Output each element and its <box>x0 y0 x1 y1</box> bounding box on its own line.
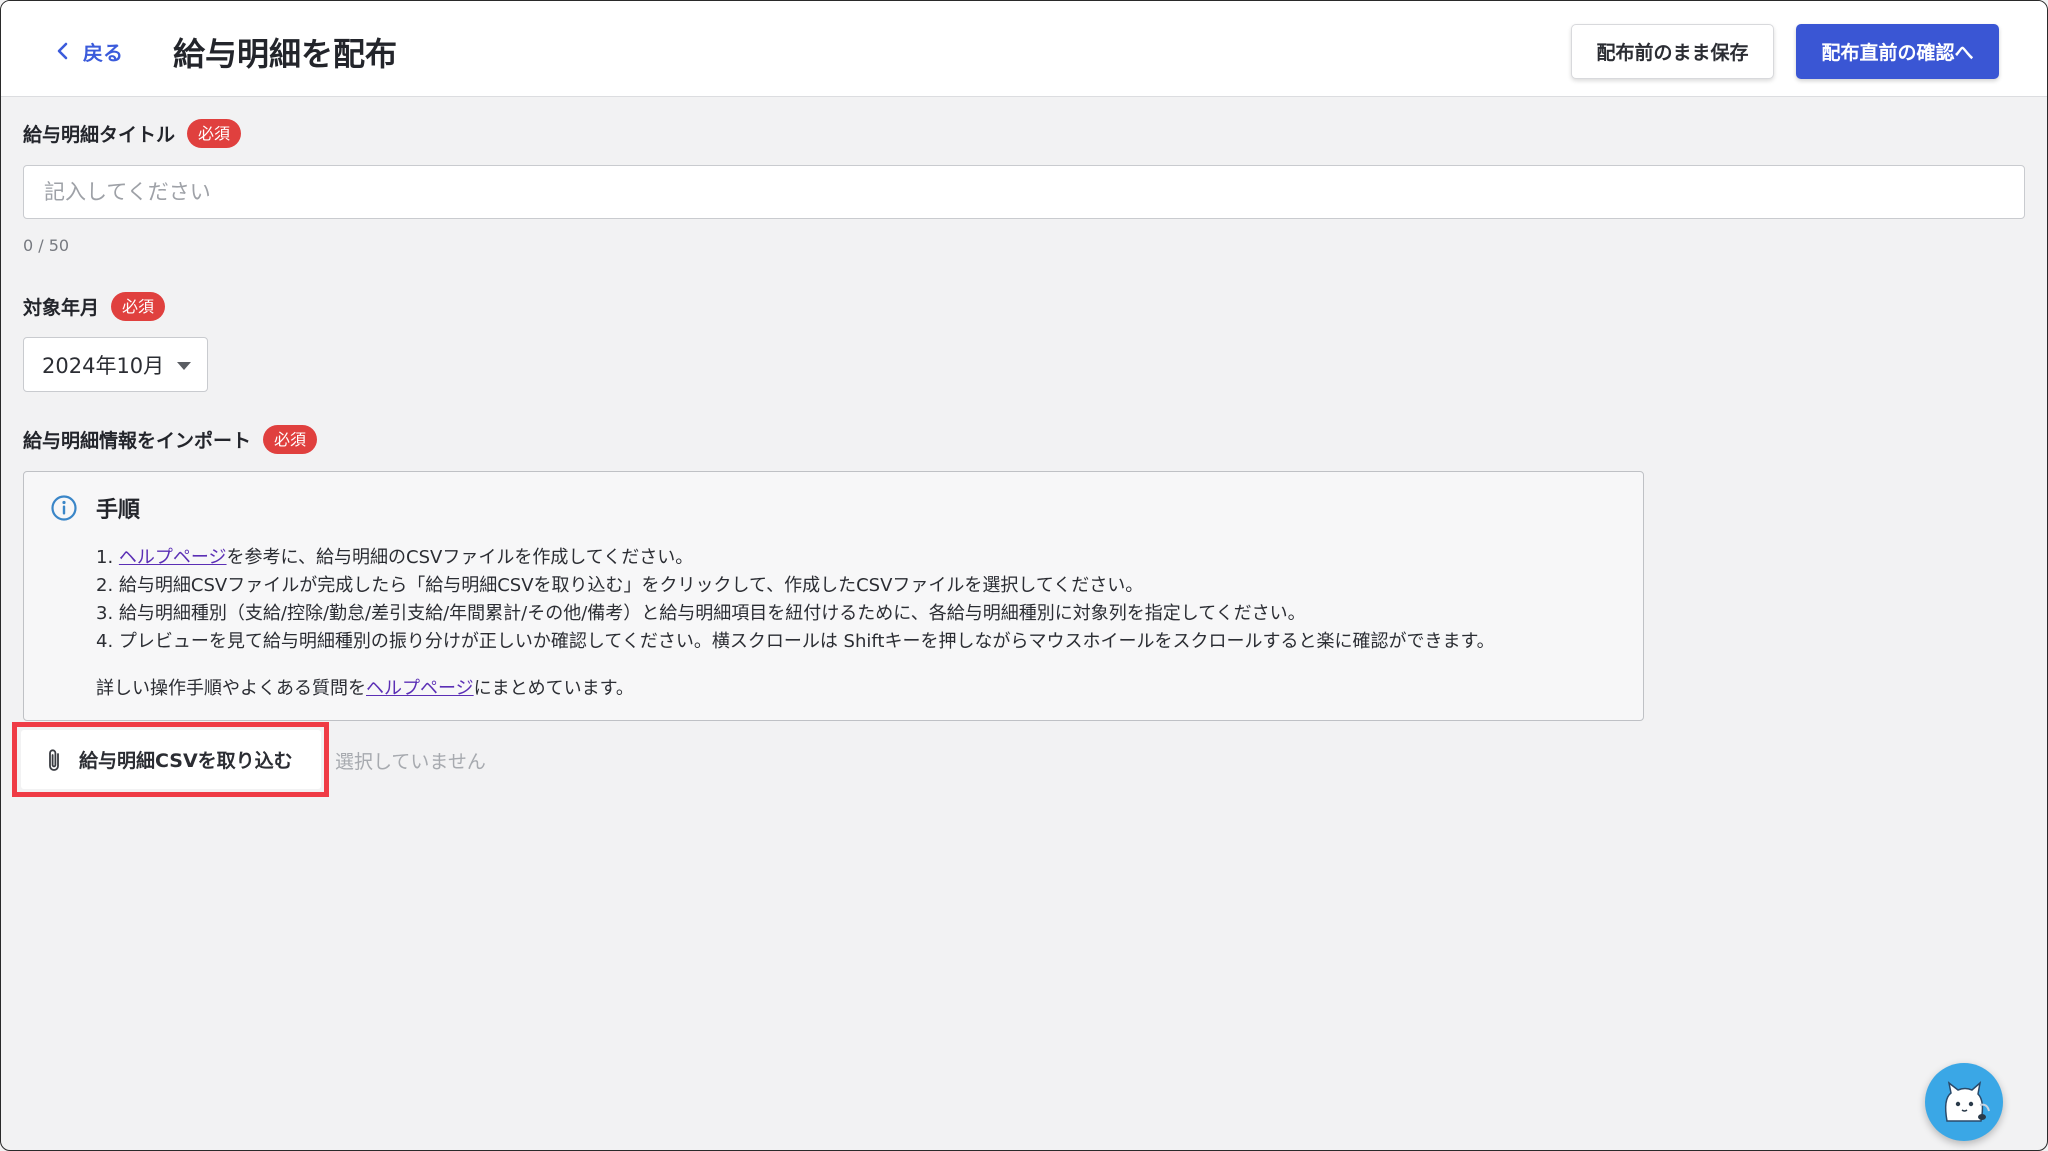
instructions-panel: 手順 1. ヘルプページを参考に、給与明細のCSVファイルを作成してください。 … <box>23 471 1644 721</box>
required-badge: 必須 <box>263 425 318 455</box>
import-label-text: 給与明細情報をインポート <box>23 430 252 453</box>
step-text: 給与明細CSVファイルが完成したら「給与明細CSVを取り込む」をクリックして、作… <box>118 575 1144 596</box>
step-text: 給与明細種別（支給/控除/勤怠/差引支給/年間累計/その他/備考）と給与明細項目… <box>118 603 1306 624</box>
back-label: 戻る <box>83 40 123 65</box>
step-text: プレビューを見て給与明細種別の振り分けが正しいか確認してください。横スクロールは… <box>118 631 1495 652</box>
footer-text: 詳しい操作手順やよくある質問を <box>96 678 366 699</box>
instruction-step: 2. 給与明細CSVファイルが完成したら「給与明細CSVを取り込む」をクリックし… <box>96 572 1495 600</box>
chat-support-button[interactable] <box>1925 1063 2003 1141</box>
payslip-title-input[interactable] <box>23 165 2025 219</box>
footer-text: にまとめています。 <box>473 678 634 699</box>
info-icon <box>51 495 77 521</box>
instruction-step: 4. プレビューを見て給与明細種別の振り分けが正しいか確認してください。横スクロ… <box>96 628 1495 656</box>
page-header: 戻る 給与明細を配布 配布前のまま保存 配布直前の確認へ <box>1 1 2047 97</box>
step-text: を参考に、給与明細のCSVファイルを作成してください。 <box>226 547 694 568</box>
instruction-step: 1. ヘルプページを参考に、給与明細のCSVファイルを作成してください。 <box>96 544 1495 572</box>
step-number: 2. <box>96 575 119 596</box>
no-file-selected-text: 選択していません <box>335 751 486 773</box>
back-link[interactable]: 戻る <box>53 35 123 67</box>
required-badge: 必須 <box>111 292 166 322</box>
chevron-left-icon <box>57 42 68 60</box>
save-draft-button[interactable]: 配布前のまま保存 <box>1571 24 1774 79</box>
import-button-label: 給与明細CSVを取り込む <box>79 750 293 772</box>
instruction-step: 3. 給与明細種別（支給/控除/勤怠/差引支給/年間累計/その他/備考）と給与明… <box>96 600 1495 628</box>
import-csv-button[interactable]: 給与明細CSVを取り込む <box>21 730 321 789</box>
step-number: 3. <box>96 603 119 624</box>
step-number: 4. <box>96 631 119 652</box>
target-month-select[interactable]: 2024年10月 <box>23 337 208 392</box>
paperclip-icon <box>49 748 59 771</box>
confirm-before-distribution-button[interactable]: 配布直前の確認へ <box>1796 24 1999 79</box>
instructions-title: 手順 <box>96 498 141 523</box>
instruction-steps: 1. ヘルプページを参考に、給与明細のCSVファイルを作成してください。 2. … <box>96 544 1495 656</box>
app-window: 戻る 給与明細を配布 配布前のまま保存 配布直前の確認へ 給与明細タイトル 必須… <box>0 0 2048 1151</box>
character-counter: 0 / 50 <box>23 236 70 255</box>
selected-month: 2024年10月 <box>42 353 165 378</box>
month-label-text: 対象年月 <box>23 297 100 320</box>
required-badge: 必須 <box>187 119 242 149</box>
import-field-label: 給与明細情報をインポート 必須 <box>23 425 318 455</box>
cat-mascot-icon <box>1944 1081 1990 1122</box>
page-title: 給与明細を配布 <box>173 35 398 73</box>
help-page-link[interactable]: ヘルプページ <box>119 547 227 568</box>
month-field-label: 対象年月 必須 <box>23 292 166 322</box>
help-page-link[interactable]: ヘルプページ <box>366 678 474 699</box>
instructions-footer: 詳しい操作手順やよくある質問をヘルプページにまとめています。 <box>96 674 634 700</box>
step-number: 1. <box>96 547 119 568</box>
title-label-text: 給与明細タイトル <box>23 124 176 147</box>
title-field-label: 給与明細タイトル 必須 <box>23 119 242 149</box>
caret-down-icon <box>177 362 191 370</box>
